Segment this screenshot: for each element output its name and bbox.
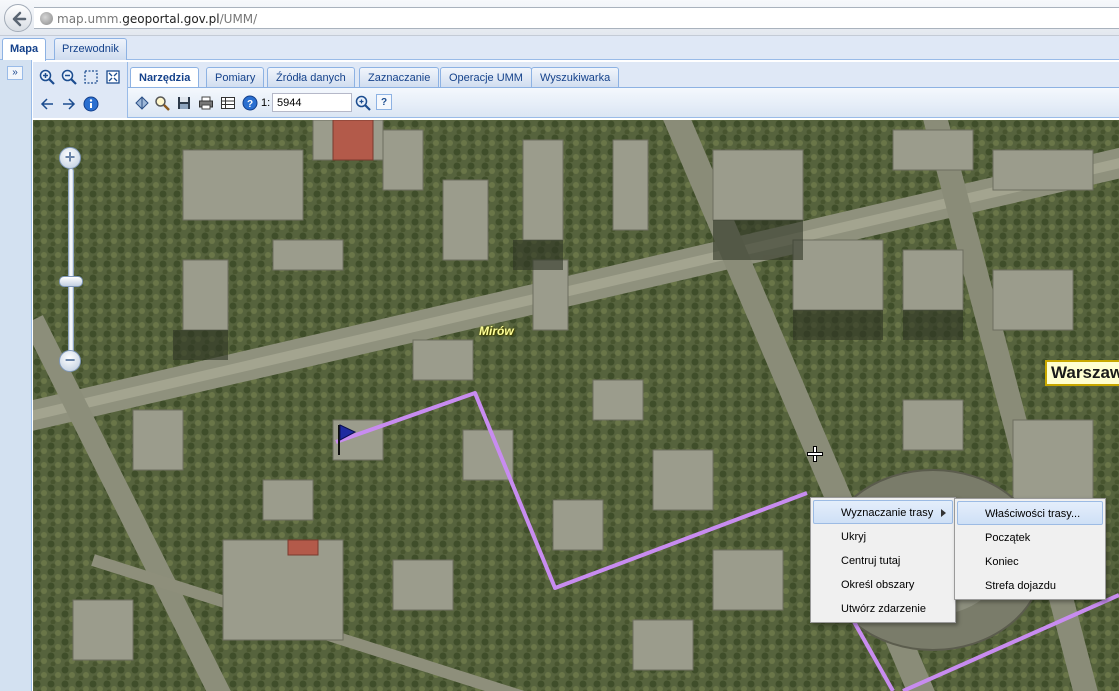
search-map-icon[interactable]	[153, 94, 171, 112]
globe-icon	[40, 12, 53, 25]
map-zoom-out-button[interactable]: −	[59, 350, 81, 372]
url-input[interactable]: map.umm.geoportal.gov.pl/UMM/	[34, 7, 1119, 29]
menu-item-wlasciwosci-trasy[interactable]: Właściwości trasy...	[957, 501, 1103, 525]
legend-table-icon[interactable]	[219, 94, 237, 112]
map-zoom-in-button[interactable]: +	[59, 147, 81, 169]
menu-item-koniec[interactable]: Koniec	[957, 549, 1103, 573]
tab-narzedzia[interactable]: Narzędzia	[130, 67, 200, 89]
menu-item-ukryj[interactable]: Ukryj	[813, 524, 953, 548]
arrow-left-icon[interactable]	[38, 95, 56, 113]
tab-wyszukiwarka[interactable]: Wyszukiwarka	[531, 67, 620, 88]
tab-zaznaczanie[interactable]: Zaznaczanie	[359, 67, 440, 88]
zoom-slider-track[interactable]	[68, 168, 74, 364]
map-context-menu: Wyznaczanie trasy Ukryj Centruj tutaj Ok…	[810, 497, 956, 623]
back-arrow-icon	[12, 11, 27, 27]
tab-przewodnik[interactable]: Przewodnik	[54, 38, 127, 60]
zoom-slider-handle[interactable]	[59, 276, 83, 287]
tab-zrodla-danych[interactable]: Źródła danych	[267, 67, 355, 88]
browser-back-button[interactable]	[4, 4, 32, 32]
tab-operacje-umm[interactable]: Operacje UMM	[440, 67, 532, 88]
main-tab-strip: Mapa Przewodnik	[0, 36, 1119, 61]
help-circle-icon[interactable]: ?	[241, 94, 259, 112]
left-side-panel: »	[0, 60, 32, 691]
tools-row: ? 1: ?	[128, 88, 1119, 118]
full-extent-icon[interactable]	[104, 68, 122, 86]
menu-item-label: Wyznaczanie trasy	[841, 507, 934, 519]
submenu-arrow-icon	[941, 509, 946, 517]
zoom-in-icon[interactable]	[38, 68, 56, 86]
menu-item-poczatek[interactable]: Początek	[957, 525, 1103, 549]
crosshair-cursor-icon	[807, 446, 823, 462]
layers-icon[interactable]	[133, 94, 151, 112]
print-icon[interactable]	[197, 94, 215, 112]
map-label-mirow: Mirów	[479, 324, 514, 338]
tab-mapa[interactable]: Mapa	[2, 38, 47, 61]
navigation-toolbar	[33, 62, 127, 118]
menu-item-centruj-tutaj[interactable]: Centruj tutaj	[813, 548, 953, 572]
info-icon[interactable]	[82, 95, 100, 113]
menu-item-wyznaczanie-trasy[interactable]: Wyznaczanie trasy	[813, 500, 953, 524]
aerial-imagery	[33, 120, 1119, 691]
zoom-out-icon[interactable]	[60, 68, 78, 86]
expand-panel-button[interactable]: »	[7, 66, 23, 80]
zoom-to-scale-icon[interactable]	[354, 94, 372, 112]
help-question-icon: ?	[380, 96, 388, 108]
scale-input[interactable]	[272, 93, 352, 112]
map-label-warszawa: Warszaw	[1045, 360, 1119, 386]
menu-item-okresl-obszary[interactable]: Określ obszary	[813, 572, 953, 596]
route-submenu: Właściwości trasy... Początek Koniec Str…	[954, 498, 1106, 600]
browser-address-bar: map.umm.geoportal.gov.pl/UMM/	[0, 0, 1119, 36]
tab-pomiary[interactable]: Pomiary	[206, 67, 265, 88]
zoom-box-icon[interactable]	[82, 68, 100, 86]
arrow-right-icon[interactable]	[60, 95, 78, 113]
aerial-map[interactable]: + − Mirów Warszaw	[33, 120, 1119, 691]
url-text: map.umm.geoportal.gov.pl/UMM/	[57, 12, 258, 26]
svg-text:?: ?	[247, 99, 253, 110]
menu-item-utworz-zdarzenie[interactable]: Utwórz zdarzenie	[813, 596, 953, 620]
tools-panel: Narzędzia Pomiary Źródła danych Zaznacza…	[127, 62, 1119, 118]
help-button[interactable]: ?	[376, 94, 392, 110]
menu-item-strefa-dojazdu[interactable]: Strefa dojazdu	[957, 573, 1103, 597]
save-icon[interactable]	[175, 94, 193, 112]
scale-label: 1:	[261, 97, 271, 109]
